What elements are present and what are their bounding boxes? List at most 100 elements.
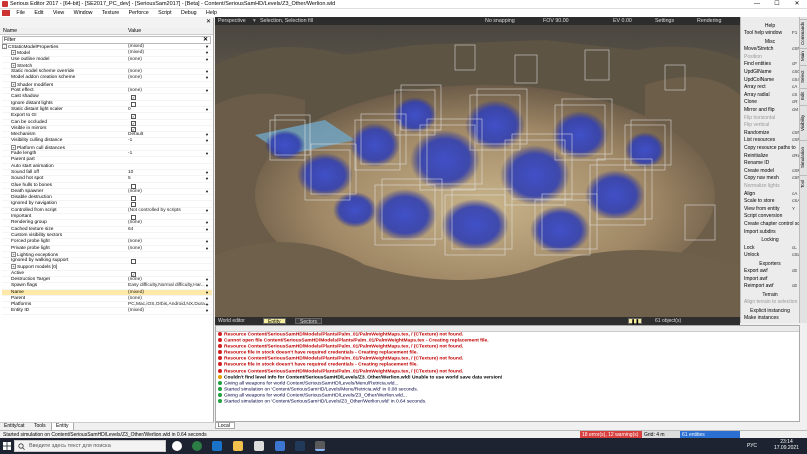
- property-checkbox[interactable]: [131, 202, 136, 208]
- vertical-tab[interactable]: Select: [800, 65, 807, 87]
- command-item[interactable]: Clone cR: [744, 99, 798, 105]
- console-tab-local[interactable]: Local: [215, 422, 235, 429]
- vertical-tab[interactable]: Edit: [800, 88, 807, 104]
- close-button[interactable]: ✕: [787, 0, 807, 9]
- mail-icon[interactable]: [275, 441, 285, 451]
- tab-entity-mode[interactable]: Entity: [263, 318, 286, 325]
- console-line[interactable]: Started simulation on 'Content/SeriousSa…: [216, 399, 799, 405]
- command-item[interactable]: Mirror and flip cM: [744, 107, 798, 113]
- command-item[interactable]: Create chapter control scr: [744, 221, 802, 227]
- property-checkbox[interactable]: [131, 196, 136, 202]
- minimize-button[interactable]: —: [747, 0, 767, 9]
- serious-editor-taskbar-icon[interactable]: [315, 441, 325, 451]
- vertical-tab[interactable]: Visibility: [800, 105, 807, 139]
- 3d-viewport[interactable]: [215, 25, 740, 317]
- command-item[interactable]: Reinitialize cRel: [744, 153, 801, 159]
- command-item[interactable]: UpdGlName cS0: [744, 69, 800, 75]
- selection-mode-dropdown[interactable]: Selection, Selection fill: [260, 17, 313, 25]
- property-value[interactable]: (mixed): [128, 308, 144, 314]
- command-item[interactable]: Align cA: [744, 191, 797, 197]
- command-item[interactable]: Copy resource paths to: [744, 145, 796, 151]
- command-item[interactable]: View from entity Y: [744, 206, 795, 212]
- command-item[interactable]: List resources cSR: [744, 137, 801, 143]
- property-checkbox[interactable]: ✓: [131, 114, 136, 120]
- command-item[interactable]: Align terrain to selection: [744, 299, 797, 305]
- command-item[interactable]: Lock cL: [744, 245, 797, 251]
- expand-toggle-icon[interactable]: -: [2, 44, 7, 49]
- command-item[interactable]: Array rect cA: [744, 84, 797, 90]
- command-item[interactable]: Randomize cSR: [744, 130, 801, 136]
- menu-debug[interactable]: Debug: [177, 9, 201, 17]
- filter-input[interactable]: Filter ✕: [2, 36, 211, 44]
- snapping-dropdown[interactable]: No snapping: [485, 17, 515, 25]
- expand-toggle-icon[interactable]: +: [11, 50, 16, 56]
- pause-button[interactable]: ❚❚: [628, 318, 643, 325]
- column-value[interactable]: Value: [128, 28, 141, 34]
- taskbar-search[interactable]: Введите здесь текст для поиска: [14, 440, 166, 452]
- command-item[interactable]: Normalize lights: [744, 183, 780, 189]
- command-item[interactable]: Reimport awf cE: [744, 283, 797, 289]
- tab-sectors[interactable]: Sectors: [295, 318, 322, 325]
- clear-filter-icon[interactable]: ✕: [203, 36, 208, 43]
- command-item[interactable]: Rename ID: [744, 160, 769, 166]
- view-mode-dropdown[interactable]: Perspective: [218, 17, 246, 25]
- clock[interactable]: 23:14 17.09.2021: [774, 439, 799, 451]
- command-item[interactable]: Copy nav mesh cSN: [744, 175, 801, 181]
- vertical-tab[interactable]: Tool: [800, 175, 807, 191]
- command-item[interactable]: Position: [744, 54, 762, 60]
- column-name[interactable]: Name: [3, 28, 17, 34]
- command-item[interactable]: Unlock cSL: [744, 252, 800, 258]
- property-checkbox[interactable]: ✓: [131, 271, 136, 277]
- property-checkbox[interactable]: ✓: [131, 95, 136, 101]
- expand-toggle-icon[interactable]: +: [11, 251, 16, 257]
- tab-entity-cat[interactable]: Entity/cat: [0, 423, 29, 430]
- settings-dropdown[interactable]: Settings: [655, 17, 674, 25]
- command-item[interactable]: Import subdirs: [744, 229, 776, 235]
- store-icon[interactable]: [254, 441, 264, 451]
- command-item[interactable]: Scale to store cSA: [744, 198, 800, 204]
- menu-perforce[interactable]: Perforce: [125, 9, 153, 17]
- menu-window[interactable]: Window: [70, 9, 97, 17]
- menu-texture[interactable]: Texture: [98, 9, 123, 17]
- property-checkbox[interactable]: ✓: [131, 120, 136, 126]
- vertical-tab[interactable]: Main: [800, 48, 807, 64]
- rendering-dropdown[interactable]: Rendering: [697, 17, 721, 25]
- command-item[interactable]: Script conversion: [744, 213, 782, 219]
- dropdown-arrow-icon[interactable]: ▼: [205, 308, 209, 314]
- command-item[interactable]: Flip horizontal: [744, 115, 775, 121]
- scene-render[interactable]: [215, 25, 740, 317]
- edge-icon[interactable]: [212, 441, 222, 451]
- command-item[interactable]: Export awf cE: [744, 268, 797, 274]
- property-checkbox[interactable]: [131, 101, 136, 107]
- menu-file[interactable]: File: [12, 9, 29, 17]
- expand-toggle-icon[interactable]: +: [11, 264, 16, 270]
- command-item[interactable]: Create model cSM: [744, 168, 801, 174]
- command-item[interactable]: UpdColName cS4: [744, 77, 800, 83]
- command-item[interactable]: Find entities cF: [744, 61, 797, 67]
- app-menu-icon[interactable]: [2, 10, 10, 16]
- expand-toggle-icon[interactable]: +: [11, 144, 16, 150]
- command-item[interactable]: Tool help window F1: [744, 30, 797, 36]
- menu-script[interactable]: Script: [154, 9, 176, 17]
- vertical-tab[interactable]: Simulation: [800, 140, 807, 174]
- vertical-tab[interactable]: Commands: [800, 19, 807, 47]
- command-item[interactable]: Array radial cS: [744, 92, 797, 98]
- tab-tools[interactable]: Tools: [30, 423, 50, 430]
- menu-edit[interactable]: Edit: [30, 9, 47, 17]
- fov-field[interactable]: FOV 90.00: [543, 17, 569, 25]
- menu-help[interactable]: Help: [202, 9, 221, 17]
- file-explorer-icon[interactable]: [233, 441, 243, 451]
- command-item[interactable]: Make instances: [744, 315, 779, 321]
- command-item[interactable]: Flip vertical: [744, 122, 769, 128]
- ev-field[interactable]: EV 0.00: [613, 17, 632, 25]
- expand-toggle-icon[interactable]: +: [11, 81, 16, 87]
- task-view-icon[interactable]: [172, 441, 182, 451]
- command-item[interactable]: Move/Stretch cSN: [744, 46, 801, 52]
- steam-icon[interactable]: [295, 441, 305, 451]
- maximize-button[interactable]: ☐: [767, 0, 787, 9]
- property-checkbox[interactable]: [131, 259, 136, 265]
- command-item[interactable]: Import awf: [744, 276, 767, 282]
- editor-mode-dropdown[interactable]: World editor: [218, 317, 245, 325]
- property-checkbox[interactable]: [131, 183, 136, 189]
- menu-view[interactable]: View: [49, 9, 68, 17]
